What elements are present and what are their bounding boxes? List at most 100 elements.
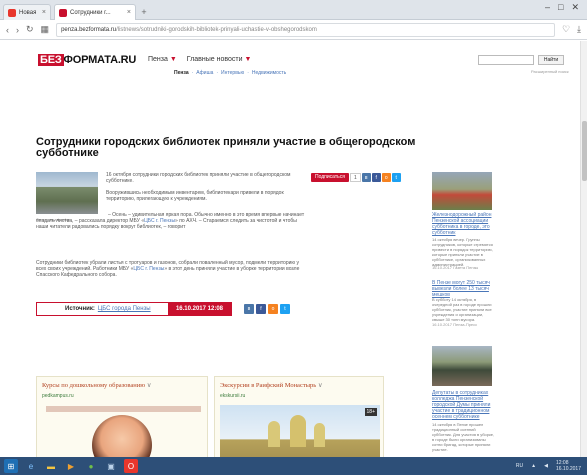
opera-icon[interactable]: O: [124, 459, 138, 473]
folder-icon[interactable]: ▬: [44, 459, 58, 473]
ie-icon[interactable]: e: [24, 459, 38, 473]
forward-icon[interactable]: ›: [16, 25, 19, 35]
sidebar-news-date: 16.10.2017 Пенза-Пресс: [432, 322, 478, 327]
sidebar-news-title[interactable]: Железнодорожный район Пензенской ассоциа…: [432, 212, 494, 236]
advanced-search-link[interactable]: Расширенный поиск: [531, 69, 569, 74]
ad-title-text: Курсы по дошкольному образованию: [42, 382, 146, 389]
reload-icon[interactable]: ↻: [26, 24, 34, 35]
clock-date: 16.10.2017: [555, 466, 581, 472]
clock[interactable]: 12:08 16.10.2017: [556, 460, 581, 472]
chevron-down-icon: ∨: [146, 382, 152, 389]
twitter-share-icon[interactable]: t: [391, 173, 401, 182]
back-icon[interactable]: ‹: [6, 25, 9, 35]
url-path: /listnews/sotrudniki-gorodskih-bibliotek…: [116, 26, 317, 33]
ok-share-icon[interactable]: o: [381, 173, 391, 182]
site-logo[interactable]: БЕЗ ФОРМАТА.RU: [38, 53, 136, 67]
article-title: Сотрудники городских библиотек приняли у…: [36, 136, 416, 159]
chevron-down-icon: ∨: [317, 382, 323, 389]
url-host: penza.bezformata.ru: [61, 26, 117, 33]
subnav-item[interactable]: Недвижимость: [252, 70, 286, 76]
sub-nav: Пенза · Афиша · Интервью · Недвижимость: [174, 70, 287, 76]
source-box: Источник: ЦБС города Пензы 16.10.2017 12…: [36, 302, 232, 316]
windows-explorer-icon[interactable]: ▣: [104, 459, 118, 473]
ad-block[interactable]: Экскурсии в Раифский Монастырь ∨ ekskurs…: [214, 376, 384, 466]
language-indicator[interactable]: RU: [516, 463, 523, 469]
ad-title: Экскурсии в Раифский Монастырь ∨: [220, 381, 323, 389]
sidebar-news-text: В субботу 14 октября, в очередной раз в …: [432, 297, 492, 322]
page-scrollbar[interactable]: [580, 41, 587, 457]
subnav-item[interactable]: Афиша: [196, 70, 213, 76]
subnav-item[interactable]: Интервью: [221, 70, 244, 76]
tab-label: Сотрудники г...: [70, 9, 111, 16]
sidebar-news-text: 14 октября в Пензе прошел традиционный о…: [432, 422, 495, 452]
address-bar: ‹ › ↻ ▦ penza.bezformata.ru /listnews/so…: [0, 20, 587, 40]
age-badge: 18+: [364, 408, 377, 416]
site-favicon-icon: [59, 8, 67, 17]
volume-icon[interactable]: ◀: [544, 463, 548, 469]
system-tray: RU ▲ ◀ 12:08 16.10.2017: [516, 460, 587, 472]
source-link[interactable]: ЦБС города Пензы: [98, 306, 168, 312]
facebook-share-icon[interactable]: f: [256, 304, 266, 314]
vk-share-icon[interactable]: в: [361, 173, 371, 182]
logo-red-part: БЕЗ: [38, 54, 64, 66]
ad-title: Курсы по дошкольному образованию ∨: [42, 381, 151, 389]
maximize-button[interactable]: □: [558, 2, 563, 13]
search-button[interactable]: Найти: [538, 55, 564, 65]
media-player-icon[interactable]: ▶: [64, 459, 78, 473]
city-nav: Пенза ▼ Главные новости ▼: [148, 56, 251, 63]
church-dome-shape: [314, 423, 325, 447]
subscribe-button[interactable]: Подписаться: [311, 173, 349, 182]
cbs-link[interactable]: ЦБС г. Пензы: [133, 266, 164, 272]
facebook-share-icon[interactable]: f: [371, 173, 381, 182]
home-grid-icon[interactable]: ▦: [41, 24, 50, 35]
main-news-select[interactable]: Главные новости ▼: [187, 56, 252, 63]
browser-tabbar: Новая × Сотрудники г... × + – □ ✕: [0, 0, 587, 20]
article-paragraph: – Осень – удивительная яркая пора. Обычн…: [36, 212, 306, 230]
twitter-share-icon[interactable]: t: [280, 304, 290, 314]
close-tab-icon[interactable]: ×: [127, 9, 131, 16]
article-paragraph: Сотрудники библиотек убрали листья с тро…: [36, 260, 308, 278]
new-tab-button[interactable]: +: [138, 6, 150, 18]
subnav-item[interactable]: Пенза: [174, 70, 189, 76]
article-photo[interactable]: [36, 172, 98, 214]
opera-icon: [8, 8, 16, 17]
city-select[interactable]: Пенза ▼: [148, 56, 177, 63]
scrollbar-thumb[interactable]: [582, 121, 587, 181]
close-window-button[interactable]: ✕: [571, 2, 579, 13]
vk-share-icon[interactable]: в: [244, 304, 254, 314]
chevron-down-icon: ▼: [169, 56, 177, 63]
url-input[interactable]: penza.bezformata.ru /listnews/sotrudniki…: [56, 22, 555, 37]
chrome-icon[interactable]: ●: [84, 459, 98, 473]
ad-domain[interactable]: ekskursii.ru: [220, 393, 245, 399]
ad-title-text: Экскурсии в Раифский Монастырь: [220, 382, 317, 389]
church-dome-shape: [290, 415, 306, 447]
windows-start-icon[interactable]: ⊞: [4, 459, 18, 473]
tab-article[interactable]: Сотрудники г... ×: [54, 4, 136, 20]
sidebar-news-date: 16.10.2017 Газета Пензы: [432, 265, 479, 270]
sidebar-news-title[interactable]: Депутаты в сотрудниках колледжа Пензенск…: [432, 390, 496, 420]
sidebar-news-text: 14 октября вечер. Группы сотрудников, ко…: [432, 237, 493, 267]
download-icon[interactable]: ⤓: [577, 24, 581, 35]
network-icon[interactable]: ▲: [531, 463, 536, 469]
close-tab-icon[interactable]: ×: [42, 9, 46, 16]
sidebar-news-image[interactable]: [432, 172, 492, 210]
main-news-label: Главные новости: [186, 56, 243, 63]
sidebar-news-image[interactable]: [432, 346, 492, 386]
tab-label: Новая: [19, 9, 37, 16]
minimize-button[interactable]: –: [545, 2, 550, 13]
source-label: Источник:: [65, 306, 95, 312]
article-date: 16.10.2017 12:08: [167, 303, 231, 315]
ad-domain[interactable]: pedkampus.ru: [42, 393, 74, 399]
church-dome-shape: [268, 421, 280, 447]
taskbar: ⊞ e ▬ ▶ ● ▣ O RU ▲ ◀ 12:08 16.10.2017: [0, 457, 587, 475]
article-paragraph: Вооружившись необходимым инвентарем, биб…: [106, 190, 284, 202]
search-input[interactable]: [478, 55, 534, 65]
ok-share-icon[interactable]: o: [268, 304, 278, 314]
city-label: Пенза: [148, 56, 168, 63]
ad-image-strip: [46, 406, 201, 412]
ad-block[interactable]: Курсы по дошкольному образованию ∨ pedka…: [36, 376, 208, 466]
sidebar-news-title[interactable]: В Пензе могут 250 тысяч вывезли более 13…: [432, 280, 494, 298]
bookmark-heart-icon[interactable]: ♡: [562, 24, 570, 35]
share-count: 1: [349, 173, 361, 182]
tab-new[interactable]: Новая ×: [3, 4, 51, 20]
